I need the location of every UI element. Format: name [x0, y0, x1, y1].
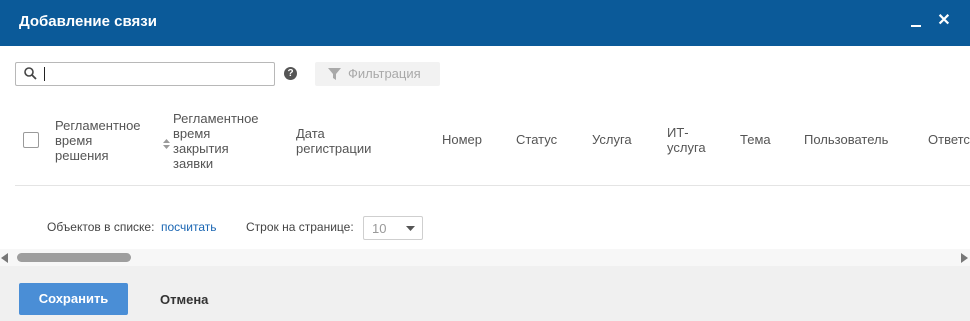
scroll-left-icon[interactable]: [1, 253, 8, 263]
table-divider: [15, 185, 970, 186]
column-header-responsible[interactable]: Ответс: [928, 132, 970, 147]
rows-per-page-label: Строк на странице:: [246, 220, 354, 234]
funnel-icon: [328, 68, 341, 80]
dialog-footer: Сохранить Отмена: [0, 266, 970, 321]
select-all-checkbox[interactable]: [23, 132, 39, 148]
rows-per-page-select[interactable]: 10: [363, 216, 423, 240]
column-header-user[interactable]: Пользователь: [804, 132, 888, 147]
column-header-number[interactable]: Номер: [442, 132, 482, 147]
column-header-status[interactable]: Статус: [516, 132, 557, 147]
dialog-titlebar: Добавление связи ✕: [0, 0, 970, 46]
close-icon[interactable]: ✕: [934, 12, 954, 32]
rows-per-page-value: 10: [372, 221, 387, 236]
scrollbar-thumb[interactable]: [17, 253, 131, 262]
search-input[interactable]: [43, 65, 265, 81]
horizontal-scrollbar[interactable]: [0, 249, 970, 266]
cancel-button[interactable]: Отмена: [160, 292, 208, 307]
sort-icon[interactable]: [163, 139, 170, 149]
filter-label: Фильтрация: [348, 66, 421, 81]
search-box[interactable]: [15, 62, 275, 86]
column-header-resolution-time[interactable]: Регламентное время решения: [55, 118, 141, 163]
save-button[interactable]: Сохранить: [19, 283, 128, 315]
dialog-title: Добавление связи: [19, 13, 157, 30]
help-icon[interactable]: ?: [284, 67, 297, 80]
column-header-subject[interactable]: Тема: [740, 132, 771, 147]
filter-button[interactable]: Фильтрация: [315, 62, 440, 86]
scroll-right-icon[interactable]: [961, 253, 968, 263]
search-icon: [24, 67, 37, 80]
object-count-label: Объектов в списке:: [47, 220, 155, 234]
column-header-service[interactable]: Услуга: [592, 132, 632, 147]
count-link[interactable]: посчитать: [161, 220, 217, 234]
column-header-it-service[interactable]: ИТ- услуга: [667, 125, 706, 155]
column-header-registration-date[interactable]: Дата регистрации: [296, 126, 371, 156]
chevron-down-icon: [406, 226, 415, 231]
text-cursor: [44, 67, 45, 81]
column-header-closing-time[interactable]: Регламентное время закрытия заявки: [173, 111, 259, 171]
minimize-icon[interactable]: [906, 12, 926, 32]
